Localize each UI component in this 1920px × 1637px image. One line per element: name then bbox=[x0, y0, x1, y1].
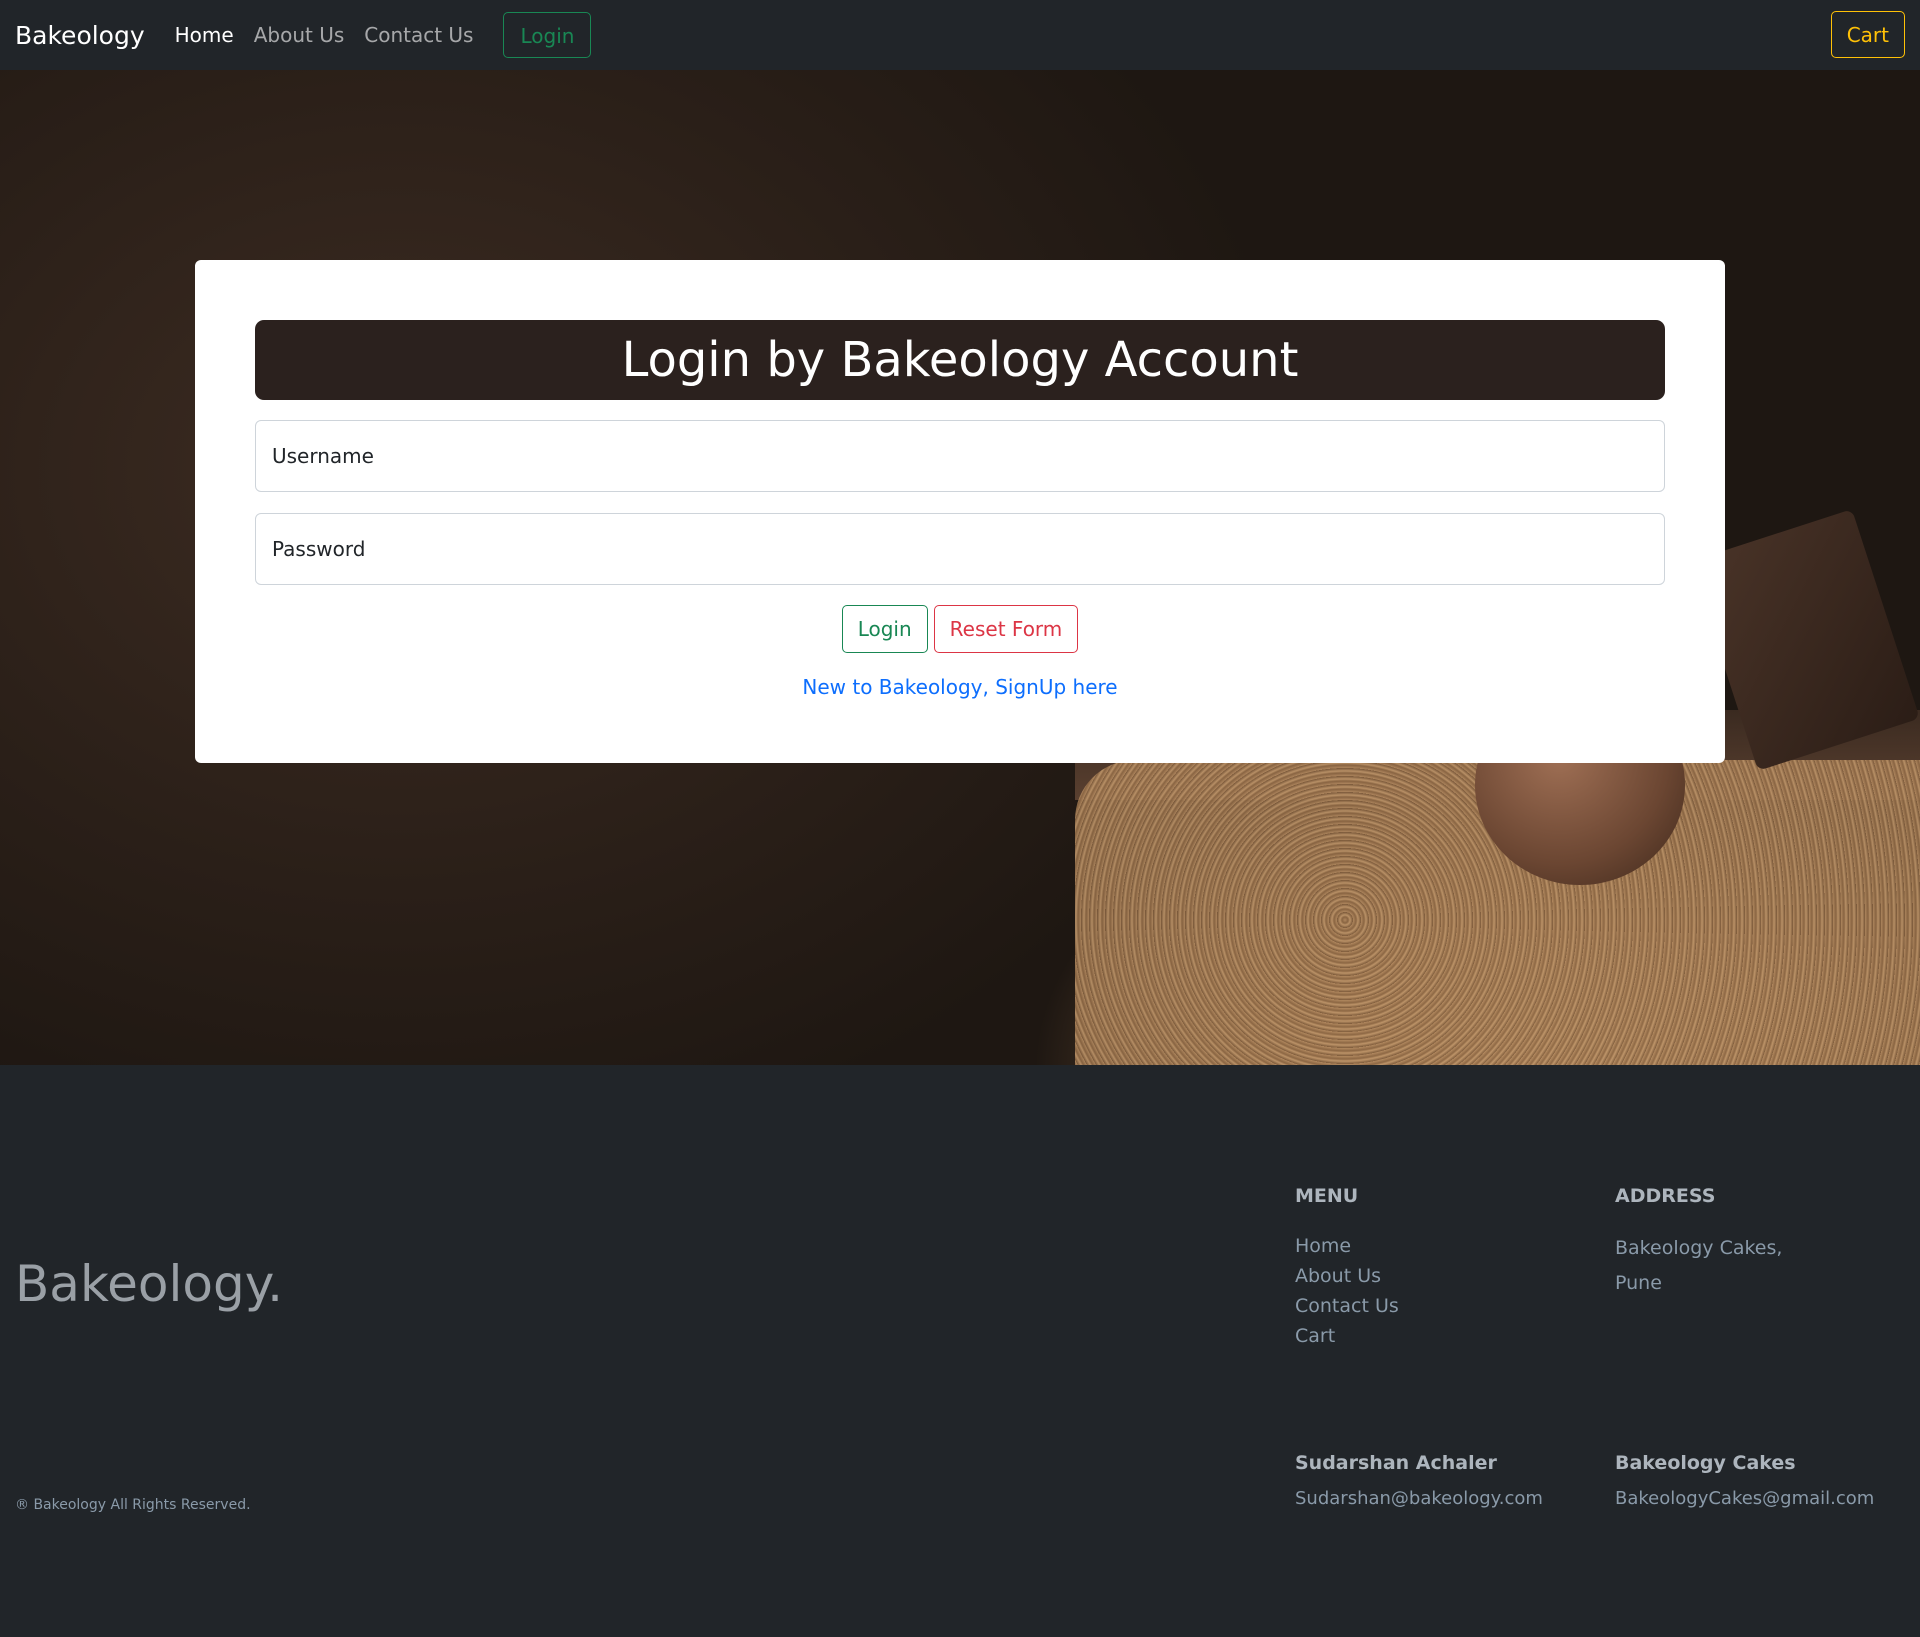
reset-form-button[interactable]: Reset Form bbox=[933, 605, 1079, 653]
footer-menu-home[interactable]: Home bbox=[1295, 1231, 1399, 1261]
password-input[interactable]: Password bbox=[255, 513, 1665, 585]
footer-contact-2: Bakeology Cakes BakeologyCakes@gmail.com bbox=[1615, 1452, 1874, 1509]
footer-contact-1: Sudarshan Achaler Sudarshan@bakeology.co… bbox=[1295, 1452, 1543, 1509]
footer-address-line: Pune bbox=[1615, 1272, 1662, 1294]
nav-cart-button[interactable]: Cart bbox=[1830, 11, 1905, 58]
footer-menu-about[interactable]: About Us bbox=[1295, 1261, 1399, 1291]
footer-menu-contact[interactable]: Contact Us bbox=[1295, 1291, 1399, 1321]
footer: Bakeology. ® Bakeology All Rights Reserv… bbox=[0, 1065, 1920, 1637]
contact-name: Bakeology Cakes bbox=[1615, 1452, 1796, 1474]
contact-email-link[interactable]: Sudarshan@bakeology.com bbox=[1295, 1488, 1543, 1509]
footer-copyright: ® Bakeology All Rights Reserved. bbox=[15, 1497, 251, 1513]
footer-address-heading: ADDRESS bbox=[1615, 1185, 1716, 1207]
nav-login-button[interactable]: Login bbox=[503, 12, 592, 58]
brand-logo[interactable]: Bakeology bbox=[15, 21, 145, 50]
footer-menu-cart[interactable]: Cart bbox=[1295, 1321, 1399, 1351]
footer-menu-heading: MENU bbox=[1295, 1185, 1359, 1207]
login-card: Login by Bakeology Account Username Pass… bbox=[195, 260, 1725, 763]
contact-name: Sudarshan Achaler bbox=[1295, 1452, 1497, 1474]
username-input[interactable]: Username bbox=[255, 420, 1665, 492]
nav-link-about[interactable]: About Us bbox=[254, 23, 345, 47]
signup-link[interactable]: New to Bakeology, SignUp here bbox=[195, 675, 1725, 699]
hero-background: Login by Bakeology Account Username Pass… bbox=[0, 70, 1920, 1065]
nav-link-home[interactable]: Home bbox=[175, 23, 234, 47]
footer-menu: MENU Home About Us Contact Us Cart bbox=[1295, 1185, 1399, 1351]
login-button[interactable]: Login bbox=[841, 605, 928, 653]
contact-email-link[interactable]: BakeologyCakes@gmail.com bbox=[1615, 1488, 1874, 1509]
footer-address-line: Bakeology Cakes, bbox=[1615, 1237, 1783, 1259]
footer-brand: Bakeology. bbox=[15, 1255, 284, 1313]
login-title: Login by Bakeology Account bbox=[255, 320, 1665, 400]
footer-address: ADDRESS Bakeology Cakes, Pune bbox=[1615, 1185, 1782, 1301]
form-button-row: Login Reset Form bbox=[195, 605, 1725, 653]
nav-link-contact[interactable]: Contact Us bbox=[364, 23, 473, 47]
top-navbar: Bakeology Home About Us Contact Us Login… bbox=[0, 0, 1920, 70]
